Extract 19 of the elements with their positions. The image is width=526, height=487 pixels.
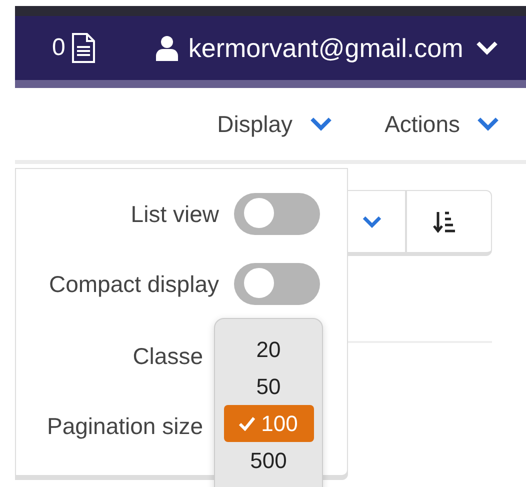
toggle-switch[interactable] bbox=[234, 263, 320, 305]
document-icon[interactable] bbox=[71, 33, 96, 63]
user-icon bbox=[156, 35, 178, 61]
chevron-down-icon bbox=[308, 116, 333, 132]
option-label: Classe bbox=[132, 343, 204, 370]
sort-icon[interactable] bbox=[433, 210, 457, 234]
document-count: 0 bbox=[52, 34, 66, 62]
option-label: Compact display bbox=[48, 270, 219, 298]
checkmark-icon bbox=[239, 416, 256, 430]
option-label: Pagination size bbox=[46, 413, 204, 440]
chevron-down-icon bbox=[476, 116, 500, 132]
user-email[interactable]: kermorvant@gmail.com bbox=[188, 32, 464, 64]
select-option[interactable]: 20 bbox=[224, 331, 314, 368]
dropdown-button[interactable]: Display bbox=[217, 110, 333, 138]
select-option[interactable]: 500 bbox=[224, 442, 314, 479]
toggle-switch[interactable] bbox=[234, 193, 320, 235]
dropdown-button[interactable]: Actions bbox=[384, 110, 500, 138]
select-option[interactable]: 50 bbox=[224, 368, 314, 405]
option-label: List view bbox=[130, 200, 219, 228]
